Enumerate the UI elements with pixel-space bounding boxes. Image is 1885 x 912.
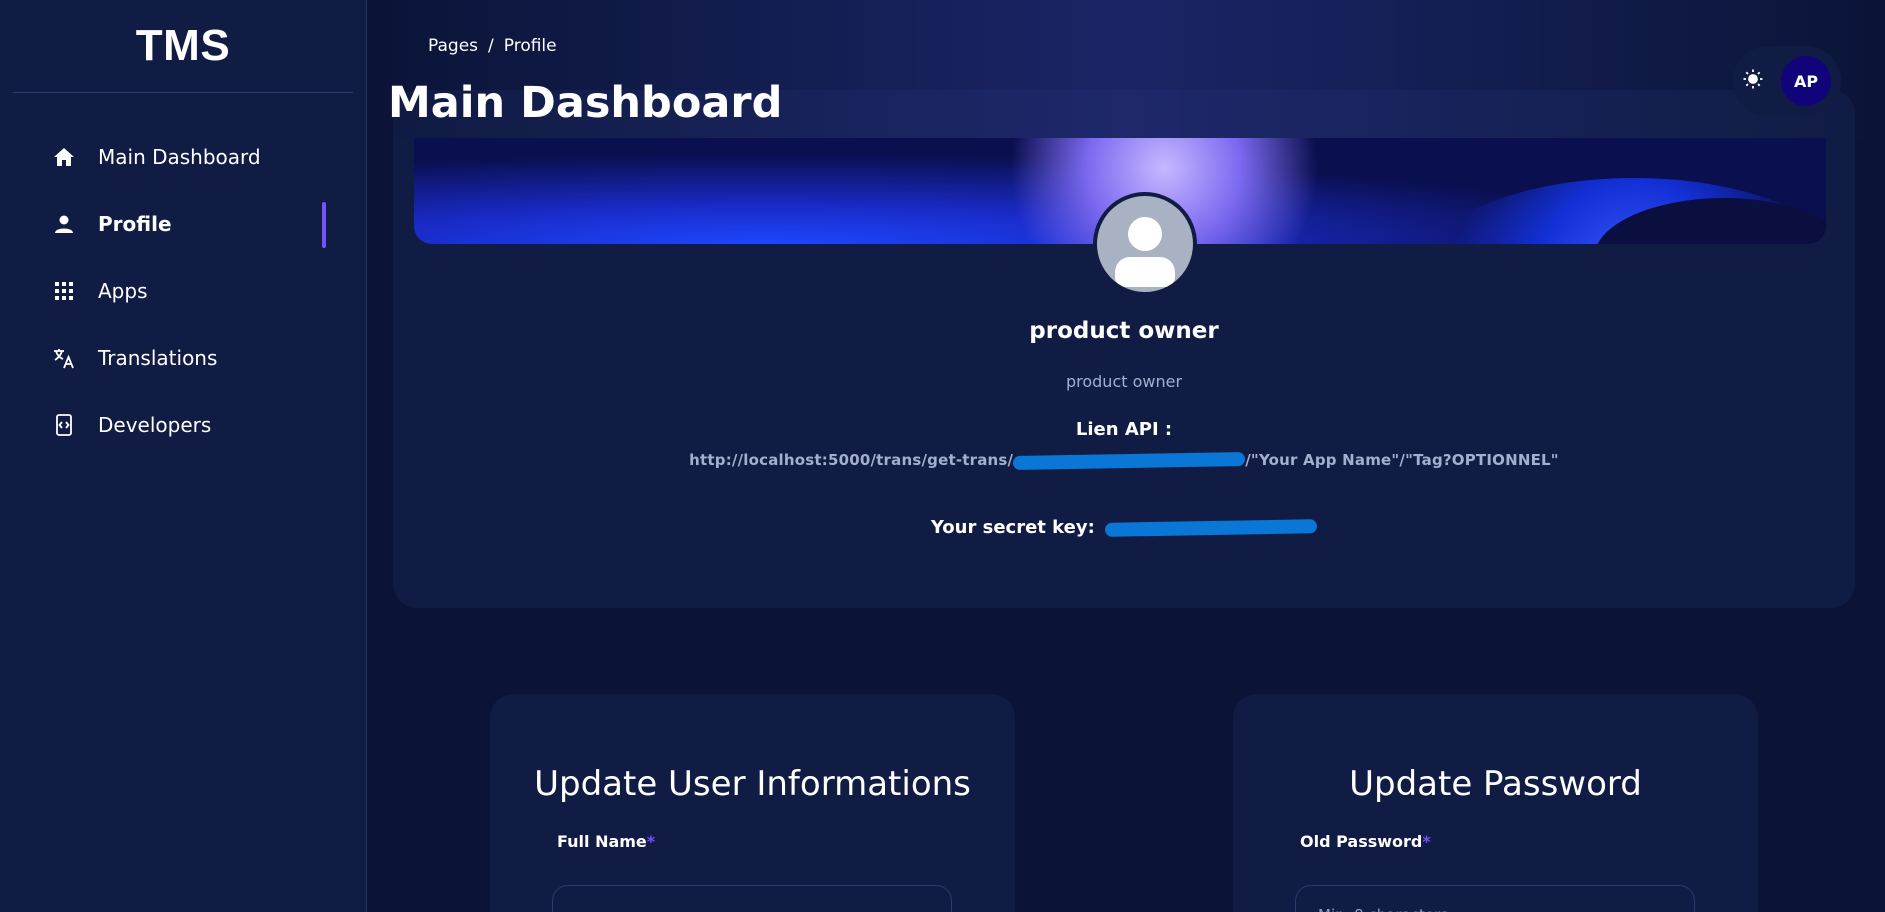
page-title: Main Dashboard [388,78,783,128]
sidebar-nav: Main Dashboard Profile Apps Translations… [0,123,366,458]
update-password-card: Update Password Old Password* [1233,694,1758,912]
user-placeholder-icon [1097,196,1193,292]
update-password-title: Update Password [1349,764,1642,804]
sidebar: TMS Main Dashboard Profile Apps Translat… [0,0,367,912]
profile-role: product owner [1065,372,1183,391]
api-link-url[interactable]: http://localhost:5000/trans/get-trans/ /"… [393,451,1855,470]
breadcrumb-current[interactable]: Profile [504,36,557,56]
profile-card: product owner product owner Lien API : h… [393,90,1855,608]
sidebar-item-label: Apps [98,278,148,303]
sidebar-item-label: Translations [98,345,218,370]
app-logo[interactable]: TMS [0,0,366,92]
api-url-suffix: /"Your App Name"/"Tag?OPTIONNEL" [1245,451,1559,469]
sidebar-item-profile[interactable]: Profile [0,190,366,257]
old-password-input[interactable] [1295,885,1695,912]
person-icon [52,212,76,236]
code-device-icon [52,413,76,437]
update-user-info-title: Update User Informations [534,764,971,804]
full-name-label: Full Name* [557,832,656,851]
sidebar-item-main-dashboard[interactable]: Main Dashboard [0,123,366,190]
api-url-prefix: http://localhost:5000/trans/get-trans/ [689,451,1014,469]
update-user-info-card: Update User Informations Full Name* [490,694,1015,912]
sidebar-item-developers[interactable]: Developers [0,391,366,458]
redaction-mark [1013,451,1246,470]
secret-key-line: Your secret key: [393,517,1855,538]
sidebar-item-apps[interactable]: Apps [0,257,366,324]
secret-key-label: Your secret key: [930,517,1095,538]
old-password-label: Old Password* [1300,832,1431,851]
main-content: Pages / Profile Main Dashboard AP produc… [368,0,1885,912]
active-indicator [322,202,326,248]
sidebar-item-label: Profile [98,211,172,236]
logo-divider [13,92,353,93]
profile-name: product owner [1029,318,1219,344]
sidebar-item-label: Developers [98,412,212,437]
grid-icon [52,279,76,303]
sidebar-item-label: Main Dashboard [98,144,261,169]
sidebar-item-translations[interactable]: Translations [0,324,366,391]
breadcrumb-root[interactable]: Pages [428,36,478,56]
full-name-input[interactable] [552,885,952,912]
sun-icon[interactable] [1743,69,1763,93]
breadcrumb-separator: / [488,36,494,56]
header-user-controls: AP [1733,46,1841,116]
avatar[interactable]: AP [1781,56,1831,106]
home-icon [52,145,76,169]
translate-icon [52,346,76,370]
breadcrumb: Pages / Profile [428,36,557,56]
api-link-title: Lien API : [1075,419,1173,440]
redaction-mark [1104,519,1318,537]
profile-avatar [1093,192,1197,296]
